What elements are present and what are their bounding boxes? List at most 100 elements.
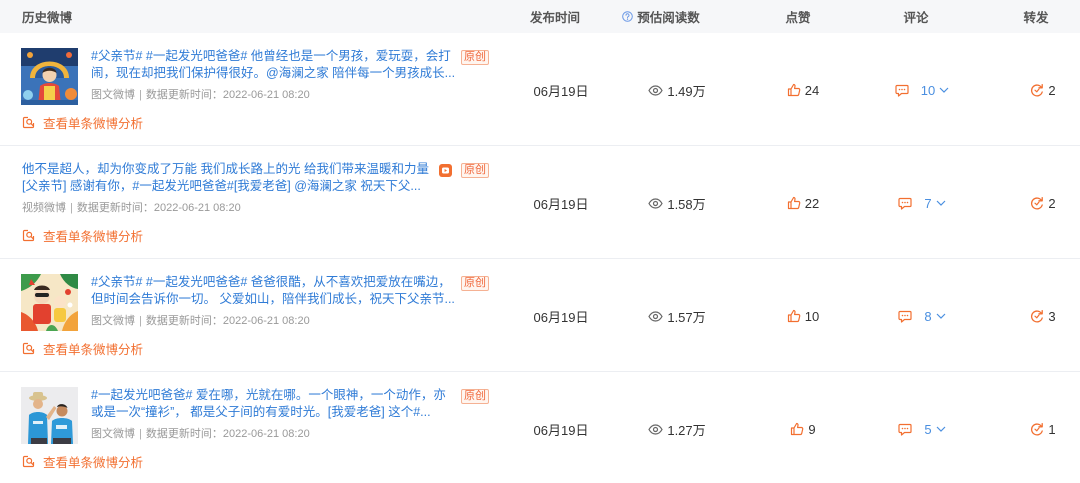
reposts-value: 2 xyxy=(1048,195,1056,211)
analysis-link[interactable]: 查看单条微博分析 xyxy=(22,113,143,131)
update-label: 数据更新时间： xyxy=(145,315,223,327)
likes-value: 9 xyxy=(808,421,816,437)
header-est-reads: 预估阅读数 xyxy=(611,0,711,33)
thumbs-up-icon xyxy=(787,196,801,210)
post-type: 图文微博 xyxy=(91,89,135,101)
analysis-link[interactable]: 查看单条微博分析 xyxy=(22,452,143,470)
reposts: 2 xyxy=(1008,81,1078,99)
post-text-line: 但时间会告诉你一切。 父爱如山，陪伴我们成长，祝天下父亲节... xyxy=(91,292,455,306)
est-reads-value: 1.58万 xyxy=(667,196,706,212)
publish-date: 06月19日 xyxy=(533,196,589,212)
table-row: 他不是超人，却为你变成了万能 我们成长路上的光 给我们带来温暖和力量 [父亲节]… xyxy=(0,146,1080,259)
reposts: 2 xyxy=(1008,194,1078,212)
table-header: 历史微博 发布时间 预估阅读数 点赞 评论 转发 xyxy=(0,0,1080,33)
likes: 24 xyxy=(763,81,843,99)
table-row: #父亲节# #一起发光吧爸爸# 爸爸很酷，从不喜欢把爱放在嘴边， 但时间会告诉你… xyxy=(0,259,1080,372)
reposts-value: 2 xyxy=(1048,82,1056,98)
likes: 9 xyxy=(763,420,843,438)
eye-icon xyxy=(648,84,664,96)
est-reads-value: 1.27万 xyxy=(667,422,706,438)
repost-icon xyxy=(1030,309,1044,323)
chevron-down-icon xyxy=(936,313,946,319)
analysis-link-label: 查看单条微博分析 xyxy=(43,229,144,244)
post-meta: 视频微博 | 数据更新时间：2022-06-21 08:20 xyxy=(22,201,436,216)
update-time: 2022-06-21 08:20 xyxy=(153,202,241,214)
original-badge: 原创 xyxy=(461,389,489,404)
post-text-line: #父亲节# #一起发光吧爸爸# 爸爸很酷，从不喜欢把爱放在嘴边， xyxy=(91,275,451,289)
post-thumbnail[interactable] xyxy=(21,274,78,331)
post-meta: 图文微博 | 数据更新时间：2022-06-21 08:20 xyxy=(91,314,457,329)
post-thumbnail[interactable] xyxy=(21,387,78,444)
analysis-link[interactable]: 查看单条微博分析 xyxy=(22,226,143,244)
update-label: 数据更新时间： xyxy=(145,428,223,440)
post-content: 他不是超人，却为你变成了万能 我们成长路上的光 给我们带来温暖和力量 [父亲节]… xyxy=(22,161,436,216)
meta-separator: | xyxy=(139,428,142,440)
comments-toggle[interactable]: 8 xyxy=(882,307,962,325)
comments-toggle[interactable]: 5 xyxy=(882,420,962,438)
post-text-line: #父亲节# #一起发光吧爸爸# 他曾经也是一个男孩，爱玩耍，会打 xyxy=(91,49,451,63)
table-row: #父亲节# #一起发光吧爸爸# 他曾经也是一个男孩，爱玩耍，会打 闹，现在却把我… xyxy=(0,33,1080,146)
likes-value: 24 xyxy=(804,82,820,98)
analysis-link-label: 查看单条微博分析 xyxy=(43,116,144,131)
comment-icon xyxy=(895,84,909,97)
analysis-icon xyxy=(22,116,35,129)
reposts: 3 xyxy=(1008,307,1078,325)
post-meta: 图文微博 | 数据更新时间：2022-06-21 08:20 xyxy=(91,427,457,442)
update-time: 2022-06-21 08:20 xyxy=(222,315,310,327)
post-meta: 图文微博 | 数据更新时间：2022-06-21 08:20 xyxy=(91,88,457,103)
chevron-down-icon xyxy=(939,87,949,93)
eye-icon xyxy=(648,197,664,209)
post-text-link[interactable]: #父亲节# #一起发光吧爸爸# 爸爸很酷，从不喜欢把爱放在嘴边， 但时间会告诉你… xyxy=(91,274,457,308)
reposts-value: 1 xyxy=(1048,421,1056,437)
update-label: 数据更新时间： xyxy=(145,89,223,101)
thumbs-up-icon xyxy=(787,83,801,97)
comment-icon xyxy=(898,423,912,436)
post-type: 图文微博 xyxy=(91,428,135,440)
est-reads-value: 1.57万 xyxy=(667,309,706,325)
original-badge: 原创 xyxy=(461,276,489,291)
update-time: 2022-06-21 08:20 xyxy=(222,89,310,101)
comments-value: 8 xyxy=(924,308,932,324)
header-likes: 点赞 xyxy=(785,11,811,25)
chevron-down-icon xyxy=(936,200,946,206)
header-comments: 评论 xyxy=(903,11,929,25)
post-text-link[interactable]: #一起发光吧爸爸# 爱在哪，光就在哪。一个眼神，一个动作，亦 或是一次“撞衫”，… xyxy=(91,387,457,421)
comment-icon xyxy=(898,197,912,210)
post-text-line: [父亲节] 感谢有你，#一起发光吧爸爸#[我爱老爸] @海澜之家 祝天下父... xyxy=(22,179,421,193)
reposts-value: 3 xyxy=(1048,308,1056,324)
analysis-link[interactable]: 查看单条微博分析 xyxy=(22,339,143,357)
publish-date: 06月19日 xyxy=(533,309,589,325)
reposts: 1 xyxy=(1008,420,1078,438)
post-content: #一起发光吧爸爸# 爱在哪，光就在哪。一个眼神，一个动作，亦 或是一次“撞衫”，… xyxy=(91,387,457,442)
thumbs-up-icon xyxy=(790,422,804,436)
post-text-line: 他不是超人，却为你变成了万能 我们成长路上的光 给我们带来温暖和力量 xyxy=(22,162,429,176)
comments-value: 7 xyxy=(924,195,932,211)
post-text-line: 闹，现在却把我们保护得很好。@海澜之家 陪伴每一个男孩成长... xyxy=(91,66,456,80)
analysis-icon xyxy=(22,455,35,468)
repost-icon xyxy=(1030,83,1044,97)
est-reads-value: 1.49万 xyxy=(667,83,706,99)
eye-icon xyxy=(648,310,664,322)
update-label: 数据更新时间： xyxy=(76,202,154,214)
comments-toggle[interactable]: 7 xyxy=(882,194,962,212)
analysis-link-label: 查看单条微博分析 xyxy=(43,455,144,470)
analysis-link-label: 查看单条微博分析 xyxy=(43,342,144,357)
est-reads: 1.57万 xyxy=(627,307,727,325)
est-reads: 1.49万 xyxy=(627,81,727,99)
analysis-icon xyxy=(22,342,35,355)
header-publish-time: 发布时间 xyxy=(529,11,580,25)
est-reads: 1.58万 xyxy=(627,194,727,212)
post-text-line: #一起发光吧爸爸# 爱在哪，光就在哪。一个眼神，一个动作，亦 xyxy=(91,388,446,402)
question-circle-icon[interactable] xyxy=(622,11,634,22)
post-content: #父亲节# #一起发光吧爸爸# 爸爸很酷，从不喜欢把爱放在嘴边， 但时间会告诉你… xyxy=(91,274,457,329)
comments-toggle[interactable]: 10 xyxy=(882,81,962,99)
original-badge: 原创 xyxy=(461,163,489,178)
analysis-icon xyxy=(22,229,35,242)
est-reads: 1.27万 xyxy=(627,420,727,438)
post-text-link[interactable]: #父亲节# #一起发光吧爸爸# 他曾经也是一个男孩，爱玩耍，会打 闹，现在却把我… xyxy=(91,48,457,82)
post-thumbnail[interactable] xyxy=(21,48,78,105)
weibo-history-table: 历史微博 发布时间 预估阅读数 点赞 评论 转发 #父亲节# #一起发光吧爸爸#… xyxy=(0,0,1080,483)
publish-date: 06月19日 xyxy=(533,422,589,438)
video-icon xyxy=(439,164,452,177)
post-text-link[interactable]: 他不是超人，却为你变成了万能 我们成长路上的光 给我们带来温暖和力量 [父亲节]… xyxy=(22,161,436,195)
